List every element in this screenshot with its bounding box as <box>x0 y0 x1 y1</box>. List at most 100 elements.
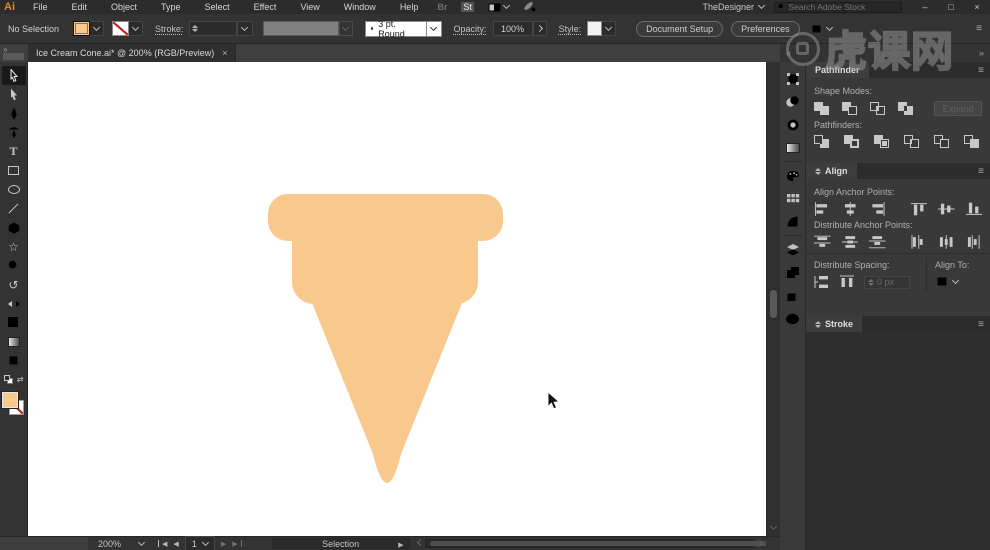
menu-effect[interactable]: Effect <box>242 2 289 12</box>
vertical-distribute-space-icon[interactable] <box>814 275 830 289</box>
pixel-align-control[interactable] <box>810 23 833 35</box>
search-input[interactable] <box>788 2 898 12</box>
menu-window[interactable]: Window <box>332 2 388 12</box>
menu-file[interactable]: File <box>21 2 60 12</box>
menu-view[interactable]: View <box>288 2 331 12</box>
intersect-icon[interactable] <box>870 101 886 116</box>
align-vertical-center-icon[interactable] <box>938 202 955 216</box>
creative-cloud-panel-icon[interactable] <box>781 307 805 330</box>
scroll-right-icon[interactable] <box>755 539 764 548</box>
dock-collapse-left-icon[interactable]: « <box>786 48 791 58</box>
opacity-expand-button[interactable] <box>532 21 547 36</box>
menu-type[interactable]: Type <box>149 2 193 12</box>
style-dropdown[interactable] <box>602 21 617 36</box>
brush-definition-dropdown[interactable] <box>426 20 442 37</box>
style-label[interactable]: Style: <box>559 24 582 34</box>
stroke-tab[interactable]: Stroke <box>806 316 863 332</box>
stock-icon[interactable]: St <box>461 2 474 12</box>
dock-collapse-right-icon[interactable]: » <box>979 48 984 58</box>
bridge-icon[interactable]: Br <box>437 2 447 12</box>
unite-icon[interactable] <box>814 101 830 116</box>
toolbar-grip[interactable] <box>3 53 24 60</box>
align-horizontal-center-icon[interactable] <box>842 202 859 216</box>
minus-back-icon[interactable] <box>964 135 980 149</box>
layers-panel-icon[interactable] <box>781 238 805 261</box>
status-menu-icon[interactable]: ▶ <box>398 541 403 549</box>
merge-icon[interactable] <box>874 135 890 149</box>
pen-tool[interactable] <box>2 104 26 123</box>
export-panel-icon[interactable] <box>781 284 805 307</box>
next-artboard-button[interactable]: ▶ <box>221 540 226 548</box>
zoom-level-value[interactable]: 200% <box>98 539 121 549</box>
expand-button[interactable]: Expand <box>934 101 982 116</box>
distribute-top-icon[interactable] <box>814 235 831 249</box>
crop-icon[interactable] <box>904 135 920 149</box>
brush-definition-box[interactable]: 3 pt. Round <box>364 19 427 39</box>
default-fill-stroke-icon[interactable] <box>3 375 13 384</box>
ice-cream-cone-shape[interactable] <box>268 194 503 483</box>
maximize-button[interactable]: □ <box>938 2 964 12</box>
fill-color-swatch[interactable] <box>73 21 91 36</box>
transform-panel-icon[interactable] <box>781 67 805 90</box>
divide-icon[interactable] <box>814 135 830 149</box>
distribute-bottom-icon[interactable] <box>869 235 886 249</box>
distribute-right-icon[interactable] <box>966 235 983 249</box>
align-right-icon[interactable] <box>869 202 886 216</box>
curvature-tool[interactable] <box>2 123 26 142</box>
color-panel-icon[interactable] <box>781 164 805 187</box>
artboard-tool[interactable] <box>2 351 26 370</box>
document-tab-close-icon[interactable]: × <box>222 48 227 58</box>
style-swatch[interactable] <box>587 21 603 36</box>
stroke-panel-menu-icon[interactable]: ≡ <box>972 319 990 330</box>
horizontal-scrollbar[interactable] <box>424 539 775 548</box>
minimize-button[interactable]: – <box>912 2 938 12</box>
star-tool[interactable]: ☆ <box>2 237 26 256</box>
pathfinder-panel-icon[interactable] <box>781 90 805 113</box>
stroke-weight-dropdown[interactable] <box>236 21 253 36</box>
distribute-left-icon[interactable] <box>910 235 928 249</box>
menu-help[interactable]: Help <box>388 2 431 12</box>
align-top-icon[interactable] <box>910 202 928 216</box>
distribute-horizontal-center-icon[interactable] <box>938 235 955 249</box>
shaper-tool[interactable] <box>2 256 26 275</box>
menu-object[interactable]: Object <box>99 2 149 12</box>
stroke-color-dropdown[interactable] <box>129 21 144 36</box>
stepper-arrows-icon[interactable] <box>868 278 874 286</box>
reflect-tool[interactable] <box>2 294 26 313</box>
ellipse-tool[interactable] <box>2 180 26 199</box>
fill-color-dropdown[interactable] <box>90 21 105 36</box>
scroll-down-icon[interactable] <box>769 521 778 531</box>
artboard-canvas[interactable] <box>28 62 766 536</box>
stroke-weight-stepper[interactable] <box>188 21 237 36</box>
line-segment-tool[interactable] <box>2 199 26 218</box>
scroll-left-icon[interactable] <box>416 538 424 546</box>
exclude-icon[interactable] <box>898 101 914 116</box>
artboard-navigation-box[interactable]: 1 <box>184 536 215 550</box>
direct-selection-tool[interactable] <box>2 85 26 104</box>
type-tool[interactable]: T <box>2 142 26 161</box>
swatches-panel-icon[interactable] <box>781 187 805 210</box>
swap-fill-stroke-icon[interactable]: ⇄ <box>17 375 24 384</box>
pathfinder-panel-menu-icon[interactable]: ≡ <box>972 65 990 76</box>
close-button[interactable]: × <box>964 2 990 12</box>
document-tab[interactable]: Ice Cream Cone.ai* @ 200% (RGB/Preview) … <box>28 44 237 62</box>
first-artboard-button[interactable]: ◀ <box>158 540 170 548</box>
width-profile-dropdown[interactable] <box>338 21 353 36</box>
gradient-panel-icon[interactable] <box>781 136 805 159</box>
vertical-scroll-thumb[interactable] <box>770 290 777 318</box>
rotate-tool[interactable]: ↺ <box>2 275 26 294</box>
horizontal-distribute-space-icon[interactable] <box>839 275 855 289</box>
vertical-scrollbar[interactable] <box>766 62 780 536</box>
stepper-arrows-icon[interactable] <box>191 25 198 32</box>
minus-front-icon[interactable] <box>842 101 858 116</box>
opacity-label[interactable]: Opacity: <box>454 24 487 34</box>
adobe-stock-search[interactable] <box>774 1 902 13</box>
arrange-documents-icon[interactable] <box>488 1 510 12</box>
rectangle-tool[interactable] <box>2 161 26 180</box>
distribute-vertical-center-icon[interactable] <box>841 235 859 249</box>
align-panel-menu-icon[interactable]: ≡ <box>972 166 990 177</box>
zoom-level-dropdown[interactable] <box>137 538 146 546</box>
fill-indicator-swatch[interactable] <box>0 391 19 409</box>
align-left-icon[interactable] <box>814 202 831 216</box>
trim-icon[interactable] <box>844 135 860 149</box>
